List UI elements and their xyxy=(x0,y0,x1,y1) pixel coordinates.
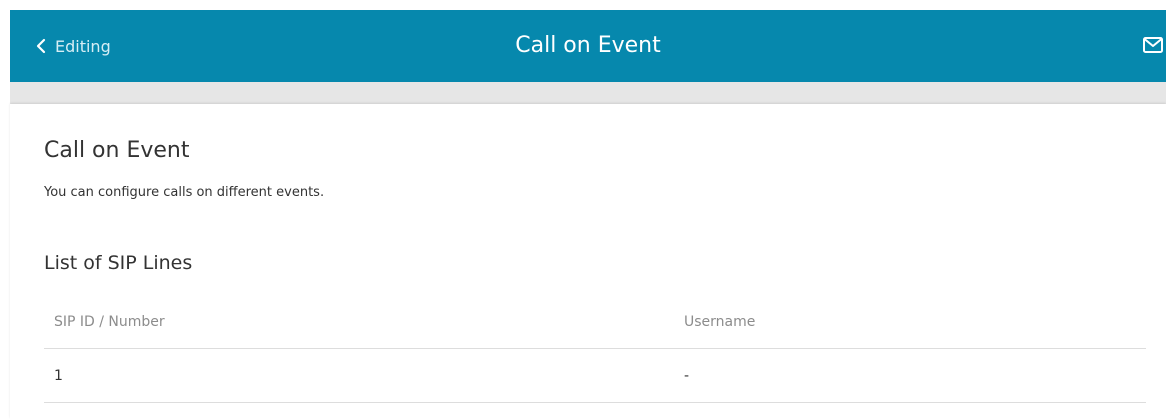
header-divider-strip xyxy=(10,82,1166,104)
envelope-icon xyxy=(1142,37,1164,60)
chevron-left-icon xyxy=(36,38,46,54)
section-heading: Call on Event xyxy=(44,138,190,163)
cell-username: - xyxy=(684,368,690,384)
section-description: You can configure calls on different eve… xyxy=(44,185,325,200)
table-row[interactable]: 1 - xyxy=(44,349,1146,403)
table-header: SIP ID / Number Username xyxy=(44,300,1146,349)
back-label: Editing xyxy=(55,36,111,56)
column-header-sip-id: SIP ID / Number xyxy=(54,314,165,330)
column-header-username: Username xyxy=(684,314,756,330)
content-card: Call on Event You can configure calls on… xyxy=(10,104,1166,419)
notifications-button[interactable] xyxy=(1142,34,1164,56)
back-button[interactable]: Editing xyxy=(36,10,111,82)
cell-sip-id: 1 xyxy=(54,368,63,384)
app-window: Editing Call on Event Call on Event You … xyxy=(0,0,1166,419)
sip-lines-table: SIP ID / Number Username 1 - xyxy=(44,300,1146,403)
sip-lines-title: List of SIP Lines xyxy=(44,252,193,274)
top-bar: Editing Call on Event xyxy=(10,10,1166,82)
left-margin xyxy=(0,0,10,419)
page-title: Call on Event xyxy=(515,33,661,58)
